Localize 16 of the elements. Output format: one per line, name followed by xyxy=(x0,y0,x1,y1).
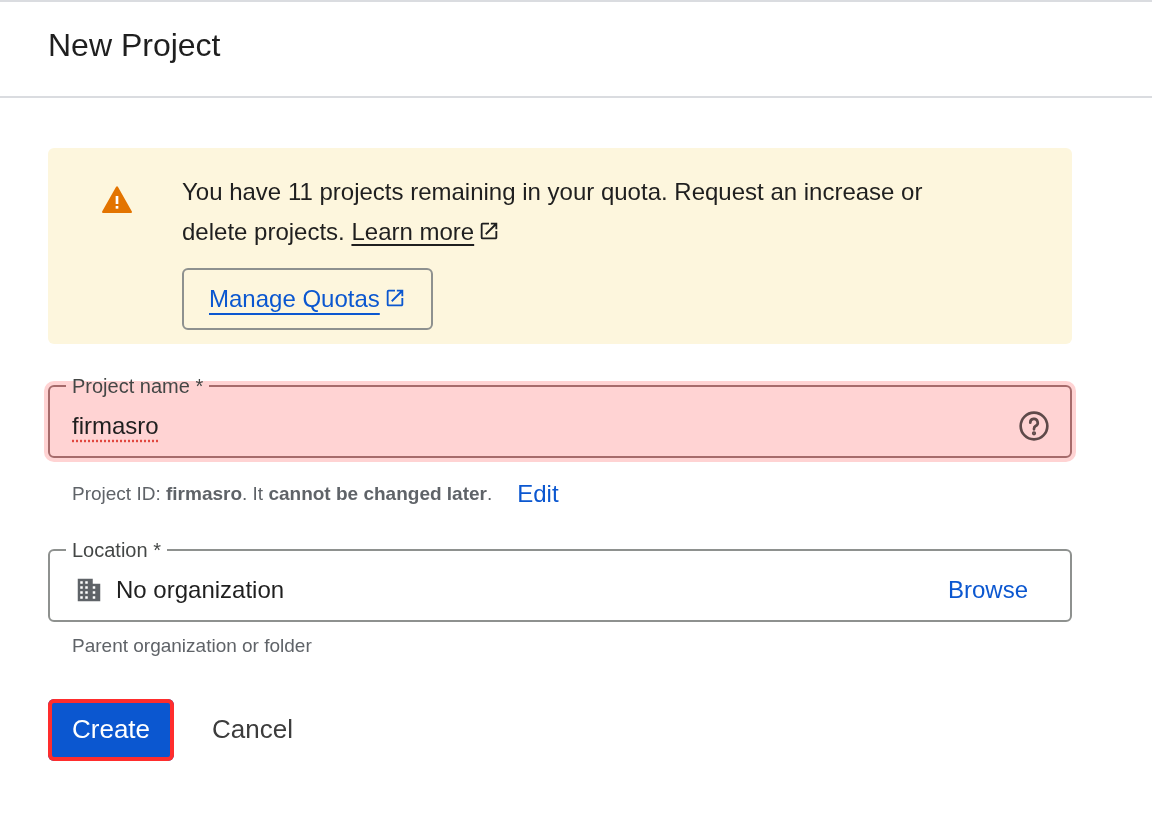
helper-text: Parent organization or folder xyxy=(72,634,312,658)
field-label: Location * xyxy=(71,538,162,562)
field-value: firmasro xyxy=(72,411,160,441)
learn-more-link[interactable]: Learn more xyxy=(351,218,501,245)
helper-text: Project ID: firmasro. It cannot be changed later. xyxy=(72,481,493,506)
edit-link[interactable]: Edit xyxy=(517,476,559,512)
create-button[interactable]: Create xyxy=(48,698,175,761)
field-value: No organization xyxy=(116,575,286,605)
field-label: Project name * xyxy=(71,374,205,398)
quota-message: You have 11 projects remaining in your quota. Request an increase or delete projects. Learn more xyxy=(182,177,924,247)
browse-link[interactable]: Browse xyxy=(947,572,1028,608)
help-icon[interactable] xyxy=(1018,410,1050,442)
cancel-button[interactable]: Cancel xyxy=(192,698,313,761)
manage-quotas-button[interactable]: Manage Quotas xyxy=(182,268,433,330)
warning-icon xyxy=(101,184,133,216)
dialog-title: New Project xyxy=(48,29,221,65)
